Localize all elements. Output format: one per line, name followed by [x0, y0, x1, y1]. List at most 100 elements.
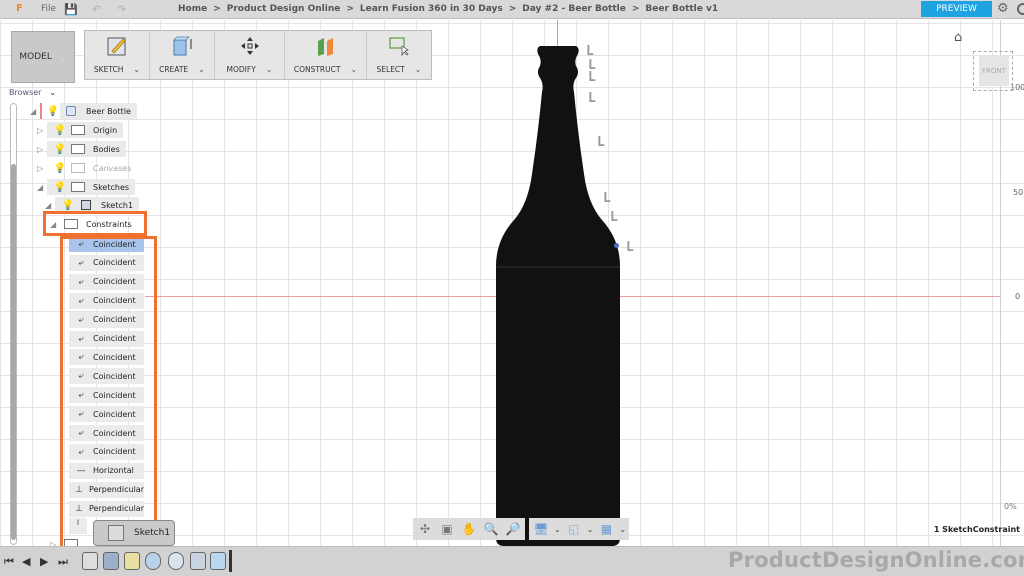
- chevron-down-icon[interactable]: ⌄: [415, 65, 422, 74]
- save-icon[interactable]: 💾: [64, 3, 78, 16]
- chevron-down-icon[interactable]: ⌄: [587, 525, 594, 534]
- folder-icon: [71, 125, 85, 135]
- collapse-triangle-icon[interactable]: ◢: [37, 183, 47, 192]
- coincident-constraint-glyph[interactable]: L: [597, 135, 605, 150]
- grid-snap-icon[interactable]: ◱: [565, 520, 583, 538]
- visibility-bulb-icon[interactable]: 💡: [61, 200, 75, 211]
- coincident-constraint-glyph[interactable]: L: [610, 210, 618, 225]
- tree-root-beer-bottle[interactable]: ◢ 💡 Beer Bottle: [30, 103, 137, 119]
- home-view-icon[interactable]: ⌂: [954, 30, 962, 45]
- folder-icon: [71, 163, 85, 173]
- viewports-icon[interactable]: ▦: [597, 520, 615, 538]
- tree-label: Canvases: [93, 163, 132, 173]
- tool-label: SELECT: [376, 65, 405, 74]
- tool-modify[interactable]: MODIFY ⌄: [215, 31, 285, 79]
- breadcrumb-learn-fusion[interactable]: Learn Fusion 360 in 30 Days: [360, 4, 503, 14]
- expand-triangle-icon[interactable]: ▷: [37, 145, 47, 154]
- visibility-bulb-icon[interactable]: 💡: [53, 125, 67, 136]
- orbit-icon[interactable]: ✣: [416, 520, 434, 538]
- file-menu[interactable]: File: [41, 4, 56, 14]
- timeline-feature-revolve-icon[interactable]: [145, 552, 161, 570]
- navigation-bar: ✣ ▣ ✋ 🔍 🔎 🖥 ⌄ ◱ ⌄ ▦ ⌄: [413, 518, 630, 540]
- breadcrumb-separator: >: [631, 4, 640, 14]
- chevron-down-icon[interactable]: ⌄: [133, 65, 140, 74]
- tree-folder-canvases[interactable]: ▷ 💡 Canvases: [37, 160, 137, 176]
- constraint-item-partial[interactable]: ╵: [69, 518, 87, 534]
- tree-folder-bodies[interactable]: ▷ 💡 Bodies: [37, 141, 126, 157]
- tool-construct[interactable]: CONSTRUCT ⌄: [285, 31, 367, 79]
- nav-group-view: ✣ ▣ ✋ 🔍 🔎: [413, 518, 525, 540]
- create-box-icon: [173, 36, 192, 56]
- chevron-down-icon[interactable]: ⌄: [198, 65, 205, 74]
- look-at-icon[interactable]: ▣: [438, 520, 456, 538]
- viewcube-face-front[interactable]: FRONT: [979, 56, 1009, 86]
- user-avatar-icon[interactable]: [1017, 3, 1024, 15]
- main-toolbar: SKETCH ⌄ CREATE ⌄ MODIFY ⌄ CONSTRUCT ⌄ SELEC…: [84, 30, 432, 80]
- timeline-feature-shell-icon[interactable]: [190, 552, 206, 570]
- timeline-feature-sketch-icon[interactable]: [124, 552, 140, 570]
- timeline-feature-appearance-icon[interactable]: [210, 552, 226, 570]
- preview-button[interactable]: PREVIEW: [921, 1, 992, 17]
- workspace-switcher[interactable]: MODEL ⌄: [11, 31, 75, 83]
- construct-plane-icon: [317, 38, 333, 56]
- visibility-bulb-icon[interactable]: 💡: [53, 144, 67, 155]
- coincident-constraint-glyph[interactable]: L: [586, 44, 594, 59]
- collapse-triangle-icon[interactable]: ◢: [30, 107, 40, 116]
- sketch-icon: [81, 200, 91, 210]
- chevron-down-icon[interactable]: ⌄: [619, 525, 626, 534]
- scrollbar-thumb[interactable]: [11, 164, 16, 540]
- breadcrumb-separator: >: [213, 4, 221, 14]
- tool-create[interactable]: CREATE ⌄: [150, 31, 215, 79]
- fit-icon[interactable]: 🔎: [504, 520, 522, 538]
- timeline-last-icon[interactable]: ⏭: [58, 555, 68, 569]
- visibility-bulb-icon[interactable]: 💡: [46, 106, 60, 117]
- tree-folder-origin[interactable]: ▷ 💡 Origin: [37, 122, 124, 138]
- collapse-triangle-icon[interactable]: ◢: [45, 201, 55, 210]
- viewcube[interactable]: FRONT: [973, 51, 1013, 91]
- expand-triangle-icon[interactable]: ▷: [37, 164, 47, 173]
- gear-icon[interactable]: ⚙: [997, 1, 1009, 16]
- pan-hand-icon[interactable]: ✋: [460, 520, 478, 538]
- breadcrumb-day2[interactable]: Day #2 - Beer Bottle: [522, 4, 626, 14]
- coincident-constraint-glyph[interactable]: L: [603, 191, 611, 206]
- tree-label: Origin: [93, 125, 118, 135]
- expand-triangle-icon[interactable]: ▷: [37, 126, 47, 135]
- breadcrumb-product-design-online[interactable]: Product Design Online: [227, 4, 341, 14]
- chevron-down-icon[interactable]: ⌄: [554, 525, 561, 534]
- browser-header[interactable]: Browser ⌄: [9, 88, 56, 97]
- redo-icon[interactable]: ↷: [117, 3, 126, 16]
- timeline-feature-fillet-icon[interactable]: [168, 552, 184, 570]
- timeline-feature-box-icon[interactable]: [82, 552, 98, 570]
- selection-status: 1 SketchConstraint: [933, 525, 1020, 534]
- tool-select[interactable]: SELECT ⌄: [367, 31, 431, 79]
- beer-bottle-profile[interactable]: [494, 44, 624, 548]
- coincident-constraint-glyph[interactable]: L: [588, 70, 596, 85]
- tool-sketch[interactable]: SKETCH ⌄: [85, 31, 150, 79]
- timeline-prev-icon[interactable]: ◀: [22, 555, 30, 568]
- timeline-play-icon[interactable]: ▶: [40, 555, 48, 568]
- ruler-label-0: 0: [1015, 292, 1021, 301]
- undo-icon[interactable]: ↶: [92, 3, 101, 16]
- fusion-logo-icon[interactable]: F: [16, 3, 23, 14]
- tool-label: MODIFY: [226, 65, 256, 74]
- move-arrows-icon: [240, 37, 259, 55]
- coincident-constraint-glyph[interactable]: L: [626, 240, 634, 255]
- chevron-down-icon[interactable]: ⌄: [350, 65, 357, 74]
- visibility-bulb-icon[interactable]: 💡: [53, 163, 67, 174]
- chevron-down-icon[interactable]: ⌄: [266, 65, 273, 74]
- breadcrumb-home[interactable]: Home: [178, 4, 207, 14]
- folder-icon: [71, 182, 85, 192]
- display-settings-icon[interactable]: 🖥: [532, 520, 550, 538]
- timeline-first-icon[interactable]: ⏮: [4, 555, 14, 569]
- highlight-box-constraints: [43, 211, 147, 236]
- tree-label: Beer Bottle: [86, 106, 131, 116]
- tree-folder-sketches[interactable]: ◢ 💡 Sketches: [37, 179, 136, 195]
- coincident-constraint-glyph[interactable]: L: [588, 91, 596, 106]
- timeline-marker[interactable]: [229, 550, 232, 572]
- visibility-bulb-icon[interactable]: 💡: [53, 182, 67, 193]
- browser-scrollbar[interactable]: [10, 103, 17, 545]
- zoom-icon[interactable]: 🔍: [482, 520, 500, 538]
- timeline-feature-canvas-icon[interactable]: [103, 552, 119, 570]
- chevron-down-icon[interactable]: ⌄: [49, 88, 56, 97]
- sketch-point[interactable]: [614, 243, 619, 248]
